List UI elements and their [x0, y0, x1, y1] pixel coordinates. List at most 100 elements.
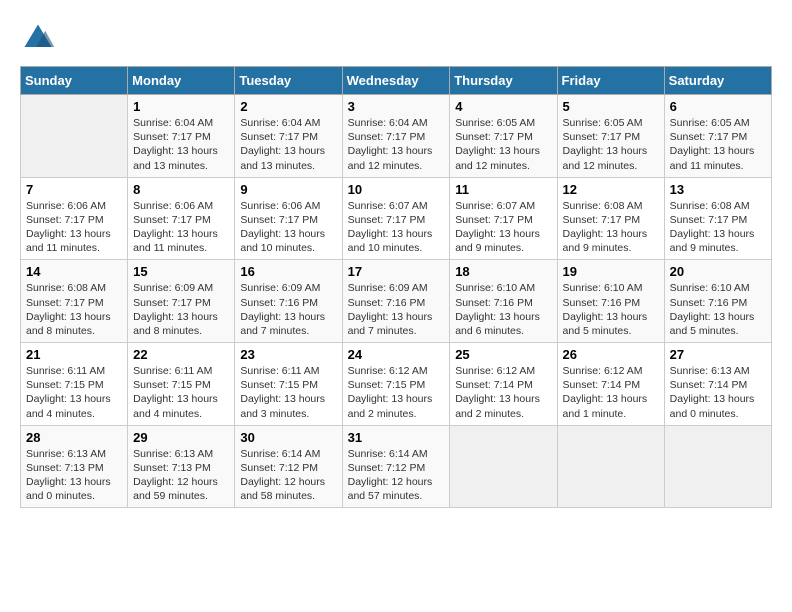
day-header-saturday: Saturday [664, 67, 771, 95]
day-number: 29 [133, 430, 229, 445]
calendar-cell: 24 Sunrise: 6:12 AM Sunset: 7:15 PM Dayli… [342, 343, 450, 426]
calendar-cell: 8 Sunrise: 6:06 AM Sunset: 7:17 PM Daylig… [128, 177, 235, 260]
day-number: 5 [563, 99, 659, 114]
calendar-cell: 29 Sunrise: 6:13 AM Sunset: 7:13 PM Dayli… [128, 425, 235, 508]
day-number: 4 [455, 99, 551, 114]
day-number: 14 [26, 264, 122, 279]
day-number: 13 [670, 182, 766, 197]
calendar-week-row: 7 Sunrise: 6:06 AM Sunset: 7:17 PM Daylig… [21, 177, 772, 260]
day-number: 31 [348, 430, 445, 445]
day-info: Sunrise: 6:05 AM Sunset: 7:17 PM Dayligh… [563, 116, 659, 173]
day-header-sunday: Sunday [21, 67, 128, 95]
page-header [20, 20, 772, 56]
calendar-cell: 23 Sunrise: 6:11 AM Sunset: 7:15 PM Dayli… [235, 343, 342, 426]
day-number: 30 [240, 430, 336, 445]
calendar-cell: 17 Sunrise: 6:09 AM Sunset: 7:16 PM Dayli… [342, 260, 450, 343]
day-number: 1 [133, 99, 229, 114]
calendar-cell [664, 425, 771, 508]
day-number: 7 [26, 182, 122, 197]
day-info: Sunrise: 6:06 AM Sunset: 7:17 PM Dayligh… [26, 199, 122, 256]
day-number: 22 [133, 347, 229, 362]
calendar-cell: 28 Sunrise: 6:13 AM Sunset: 7:13 PM Dayli… [21, 425, 128, 508]
day-number: 8 [133, 182, 229, 197]
day-info: Sunrise: 6:13 AM Sunset: 7:14 PM Dayligh… [670, 364, 766, 421]
day-info: Sunrise: 6:11 AM Sunset: 7:15 PM Dayligh… [133, 364, 229, 421]
logo [20, 20, 62, 56]
day-number: 3 [348, 99, 445, 114]
day-number: 12 [563, 182, 659, 197]
calendar-week-row: 28 Sunrise: 6:13 AM Sunset: 7:13 PM Dayli… [21, 425, 772, 508]
calendar-cell: 2 Sunrise: 6:04 AM Sunset: 7:17 PM Daylig… [235, 95, 342, 178]
calendar-cell: 18 Sunrise: 6:10 AM Sunset: 7:16 PM Dayli… [450, 260, 557, 343]
day-info: Sunrise: 6:10 AM Sunset: 7:16 PM Dayligh… [455, 281, 551, 338]
day-number: 23 [240, 347, 336, 362]
calendar-cell: 3 Sunrise: 6:04 AM Sunset: 7:17 PM Daylig… [342, 95, 450, 178]
calendar-cell: 20 Sunrise: 6:10 AM Sunset: 7:16 PM Dayli… [664, 260, 771, 343]
day-info: Sunrise: 6:04 AM Sunset: 7:17 PM Dayligh… [348, 116, 445, 173]
calendar-cell: 25Sunrise: 6:12 AM Sunset: 7:14 PM Dayli… [450, 343, 557, 426]
calendar-cell: 12Sunrise: 6:08 AM Sunset: 7:17 PM Dayli… [557, 177, 664, 260]
day-info: Sunrise: 6:10 AM Sunset: 7:16 PM Dayligh… [670, 281, 766, 338]
calendar-week-row: 1 Sunrise: 6:04 AM Sunset: 7:17 PM Daylig… [21, 95, 772, 178]
day-header-wednesday: Wednesday [342, 67, 450, 95]
day-number: 20 [670, 264, 766, 279]
day-info: Sunrise: 6:12 AM Sunset: 7:14 PM Dayligh… [563, 364, 659, 421]
day-number: 9 [240, 182, 336, 197]
calendar-week-row: 14 Sunrise: 6:08 AM Sunset: 7:17 PM Dayli… [21, 260, 772, 343]
day-number: 19 [563, 264, 659, 279]
calendar-cell: 4 Sunrise: 6:05 AM Sunset: 7:17 PM Daylig… [450, 95, 557, 178]
day-number: 16 [240, 264, 336, 279]
day-info: Sunrise: 6:13 AM Sunset: 7:13 PM Dayligh… [26, 447, 122, 504]
day-info: Sunrise: 6:04 AM Sunset: 7:17 PM Dayligh… [133, 116, 229, 173]
day-number: 28 [26, 430, 122, 445]
day-info: Sunrise: 6:09 AM Sunset: 7:16 PM Dayligh… [348, 281, 445, 338]
day-info: Sunrise: 6:06 AM Sunset: 7:17 PM Dayligh… [240, 199, 336, 256]
day-info: Sunrise: 6:08 AM Sunset: 7:17 PM Dayligh… [670, 199, 766, 256]
day-info: Sunrise: 6:05 AM Sunset: 7:17 PM Dayligh… [455, 116, 551, 173]
day-info: Sunrise: 6:06 AM Sunset: 7:17 PM Dayligh… [133, 199, 229, 256]
calendar-cell: 10 Sunrise: 6:07 AM Sunset: 7:17 PM Dayli… [342, 177, 450, 260]
calendar-cell: 26Sunrise: 6:12 AM Sunset: 7:14 PM Dayli… [557, 343, 664, 426]
day-number: 24 [348, 347, 445, 362]
day-number: 10 [348, 182, 445, 197]
day-info: Sunrise: 6:07 AM Sunset: 7:17 PM Dayligh… [348, 199, 445, 256]
calendar-cell: 30Sunrise: 6:14 AM Sunset: 7:12 PM Dayli… [235, 425, 342, 508]
day-header-thursday: Thursday [450, 67, 557, 95]
calendar-table: SundayMondayTuesdayWednesdayThursdayFrid… [20, 66, 772, 508]
day-info: Sunrise: 6:10 AM Sunset: 7:16 PM Dayligh… [563, 281, 659, 338]
day-number: 2 [240, 99, 336, 114]
day-info: Sunrise: 6:07 AM Sunset: 7:17 PM Dayligh… [455, 199, 551, 256]
day-number: 6 [670, 99, 766, 114]
calendar-cell: 22 Sunrise: 6:11 AM Sunset: 7:15 PM Dayli… [128, 343, 235, 426]
day-info: Sunrise: 6:05 AM Sunset: 7:17 PM Dayligh… [670, 116, 766, 173]
calendar-cell: 21Sunrise: 6:11 AM Sunset: 7:15 PM Dayli… [21, 343, 128, 426]
calendar-header-row: SundayMondayTuesdayWednesdayThursdayFrid… [21, 67, 772, 95]
day-header-tuesday: Tuesday [235, 67, 342, 95]
calendar-cell: 1 Sunrise: 6:04 AM Sunset: 7:17 PM Daylig… [128, 95, 235, 178]
day-info: Sunrise: 6:09 AM Sunset: 7:16 PM Dayligh… [240, 281, 336, 338]
logo-icon [20, 20, 56, 56]
calendar-cell: 14 Sunrise: 6:08 AM Sunset: 7:17 PM Dayli… [21, 260, 128, 343]
day-info: Sunrise: 6:11 AM Sunset: 7:15 PM Dayligh… [240, 364, 336, 421]
day-info: Sunrise: 6:12 AM Sunset: 7:15 PM Dayligh… [348, 364, 445, 421]
day-number: 17 [348, 264, 445, 279]
calendar-cell: 27Sunrise: 6:13 AM Sunset: 7:14 PM Dayli… [664, 343, 771, 426]
calendar-cell [557, 425, 664, 508]
day-header-friday: Friday [557, 67, 664, 95]
calendar-cell [450, 425, 557, 508]
calendar-cell: 19 Sunrise: 6:10 AM Sunset: 7:16 PM Dayli… [557, 260, 664, 343]
day-info: Sunrise: 6:08 AM Sunset: 7:17 PM Dayligh… [26, 281, 122, 338]
calendar-week-row: 21Sunrise: 6:11 AM Sunset: 7:15 PM Dayli… [21, 343, 772, 426]
day-header-monday: Monday [128, 67, 235, 95]
day-number: 11 [455, 182, 551, 197]
day-info: Sunrise: 6:09 AM Sunset: 7:17 PM Dayligh… [133, 281, 229, 338]
day-info: Sunrise: 6:13 AM Sunset: 7:13 PM Dayligh… [133, 447, 229, 504]
calendar-cell: 16 Sunrise: 6:09 AM Sunset: 7:16 PM Dayli… [235, 260, 342, 343]
calendar-cell: 15Sunrise: 6:09 AM Sunset: 7:17 PM Dayli… [128, 260, 235, 343]
day-number: 18 [455, 264, 551, 279]
calendar-cell: 13 Sunrise: 6:08 AM Sunset: 7:17 PM Dayli… [664, 177, 771, 260]
calendar-cell: 31Sunrise: 6:14 AM Sunset: 7:12 PM Dayli… [342, 425, 450, 508]
calendar-cell: 6 Sunrise: 6:05 AM Sunset: 7:17 PM Daylig… [664, 95, 771, 178]
day-number: 25 [455, 347, 551, 362]
day-info: Sunrise: 6:04 AM Sunset: 7:17 PM Dayligh… [240, 116, 336, 173]
